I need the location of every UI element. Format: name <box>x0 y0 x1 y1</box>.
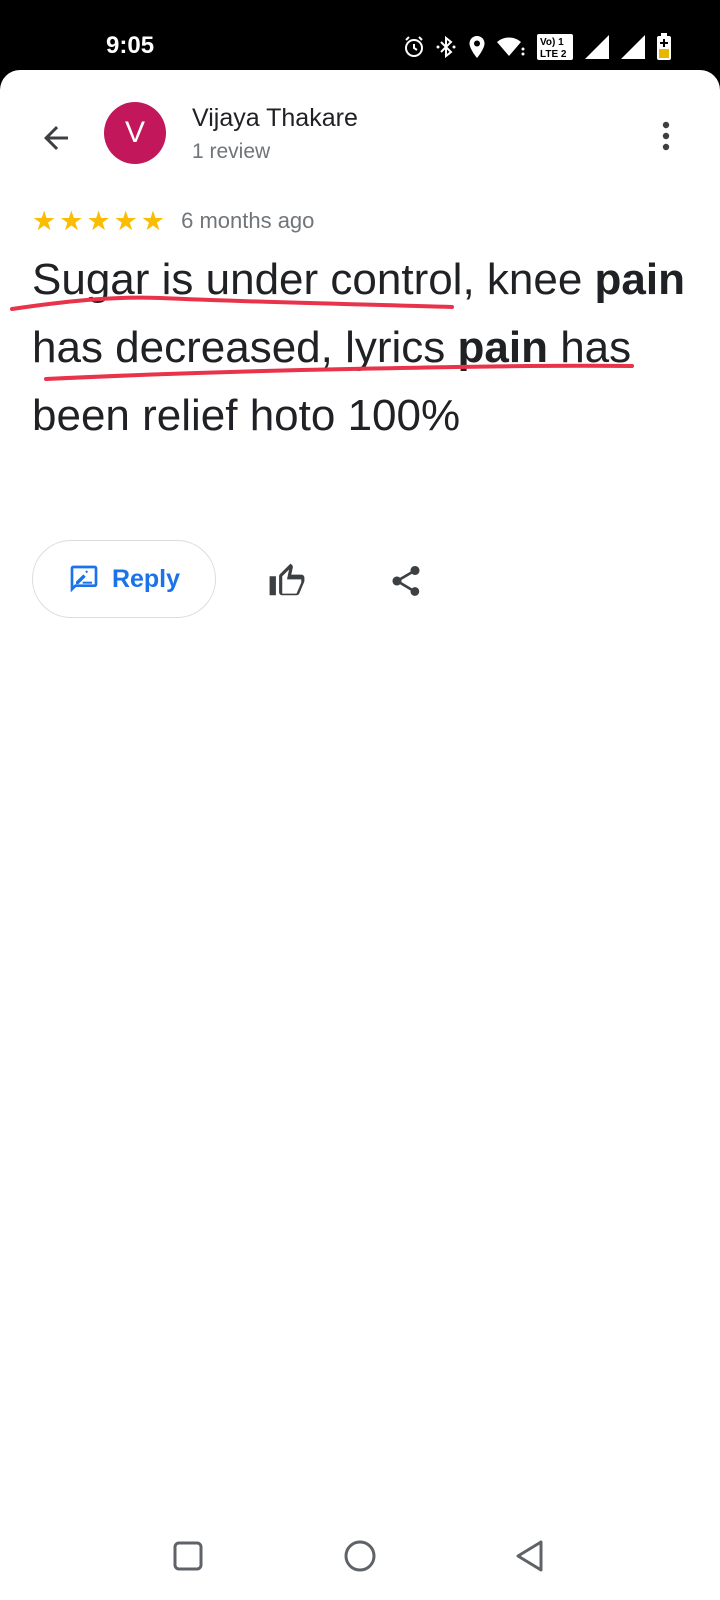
back-button[interactable] <box>32 114 80 162</box>
wifi-icon <box>496 35 526 59</box>
volte-icon: Vo) 1 LTE 2 <box>536 33 574 61</box>
rating-row: ★ ★ ★ ★ ★ 6 months ago <box>32 206 314 236</box>
more-vert-icon <box>662 121 670 151</box>
more-options-button[interactable] <box>648 112 684 160</box>
reply-label: Reply <box>111 564 181 593</box>
recents-button[interactable] <box>166 1534 210 1578</box>
thumb-up-icon <box>269 563 305 596</box>
home-button[interactable] <box>338 1534 382 1578</box>
reviewer-name[interactable]: Vijaya Thakare <box>192 104 358 133</box>
signal-icon <box>620 34 646 60</box>
review-text: Sugar is under control, knee pain has de… <box>32 246 692 450</box>
signal-icon <box>584 34 610 60</box>
review-time: 6 months ago <box>181 208 315 233</box>
star-icon: ★ <box>140 206 166 236</box>
reply-button[interactable]: Reply <box>32 540 216 618</box>
star-icon: ★ <box>32 206 57 236</box>
back-nav-button[interactable] <box>508 1534 552 1578</box>
review-count: 1 review <box>192 140 271 163</box>
avatar[interactable]: V <box>104 102 166 164</box>
bluetooth-icon <box>436 35 458 59</box>
system-nav-bar <box>0 1510 720 1600</box>
like-button[interactable] <box>266 560 308 602</box>
location-icon <box>468 35 486 59</box>
review-sheet: V Vijaya Thakare 1 review ★ ★ ★ ★ ★ 6 months… <box>0 70 720 1510</box>
highlighted-term: pain <box>594 255 685 304</box>
svg-text:LTE 2: LTE 2 <box>540 49 567 60</box>
status-bar: 9:05 Vo) 1 LTE 2 <box>0 0 720 70</box>
arrow-back-icon <box>44 126 68 150</box>
star-rating: ★ ★ ★ ★ ★ <box>32 206 165 236</box>
share-icon <box>392 566 420 596</box>
home-circle-icon <box>344 1540 376 1572</box>
svg-text:Vo) 1: Vo) 1 <box>540 37 564 48</box>
recents-square-icon <box>173 1541 203 1571</box>
star-icon: ★ <box>86 206 111 236</box>
review-text-segment: Sugar is under control, knee <box>32 255 595 304</box>
star-icon: ★ <box>59 206 84 236</box>
avatar-letter: V <box>124 116 145 149</box>
rate-review-icon <box>70 565 98 593</box>
share-button[interactable] <box>386 560 426 602</box>
status-time: 9:05 <box>106 32 155 59</box>
status-icons: Vo) 1 LTE 2 <box>402 30 672 64</box>
highlighted-term: pain <box>457 323 548 372</box>
back-triangle-icon <box>516 1540 543 1572</box>
star-icon: ★ <box>113 206 138 236</box>
battery-icon <box>656 33 672 61</box>
review-text-segment: has decreased, lyrics <box>32 323 458 372</box>
alarm-icon <box>402 35 426 59</box>
